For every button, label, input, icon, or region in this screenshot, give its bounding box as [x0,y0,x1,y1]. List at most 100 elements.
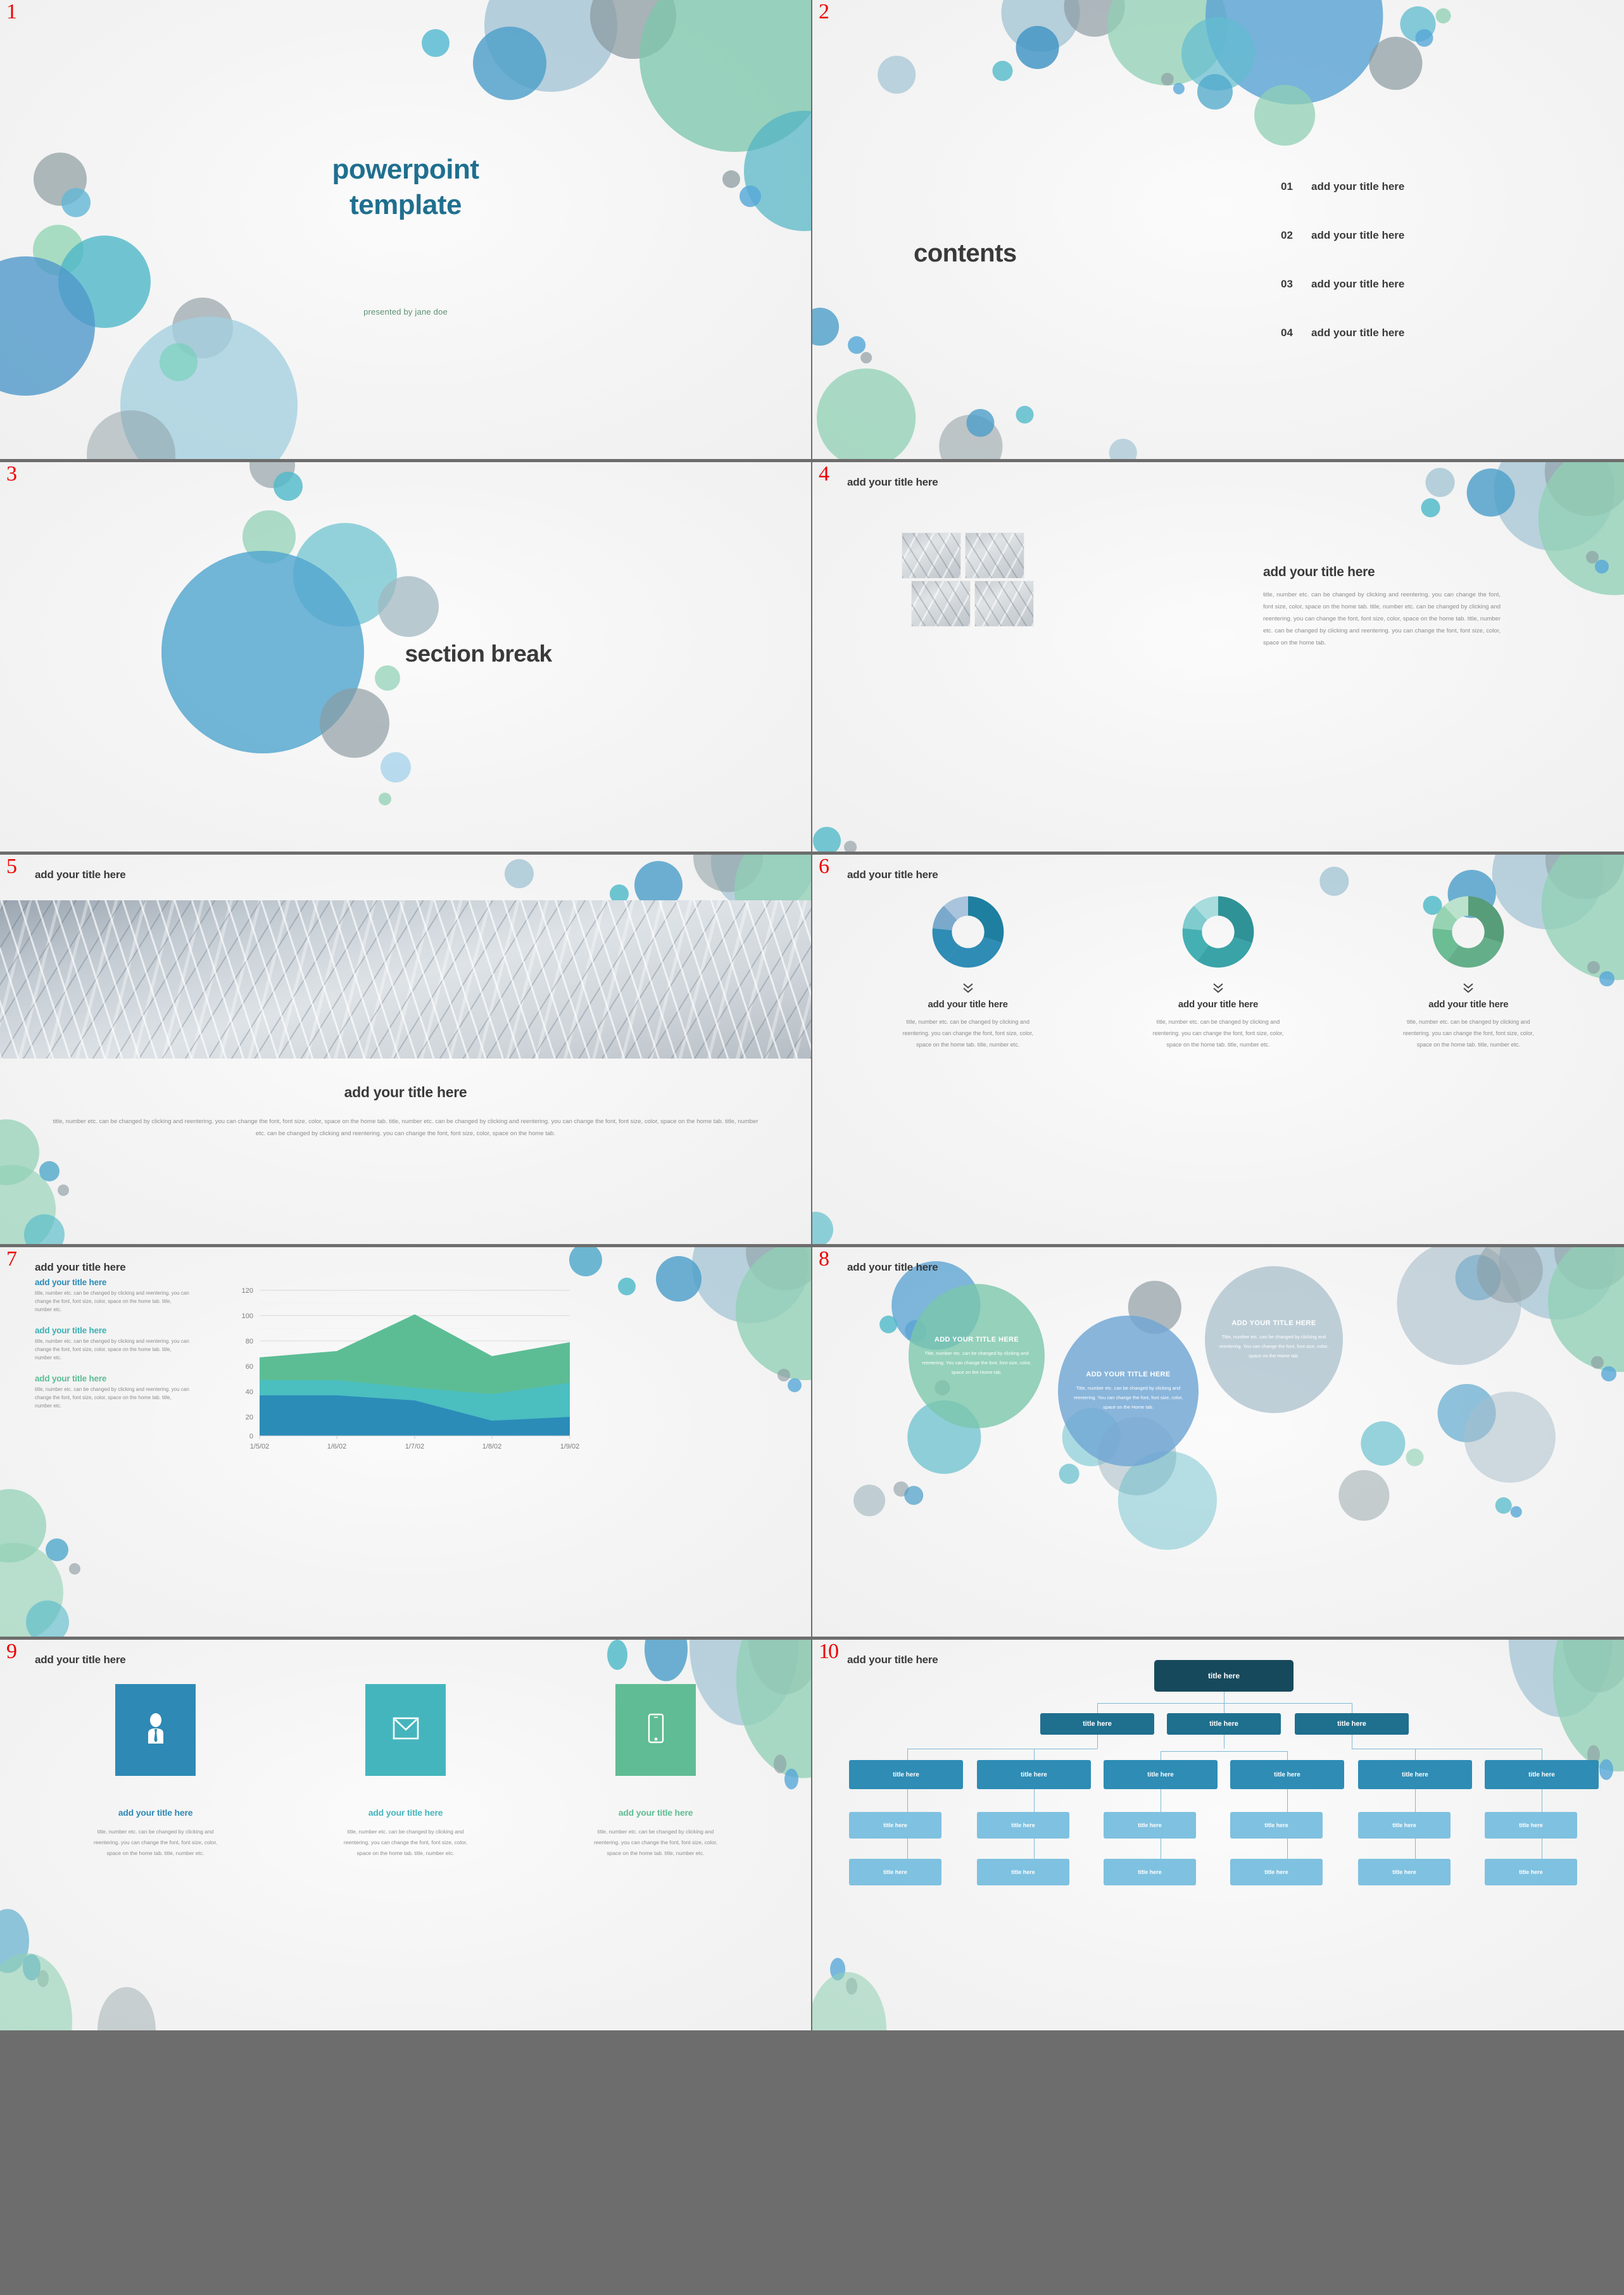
info-bubble-2[interactable]: ADD YOUR TITLE HERE Title, number etc. c… [1058,1316,1199,1466]
org-node[interactable]: title here [849,1760,963,1789]
block-text: title, number etc. can be changed by cli… [35,1338,189,1361]
slide-number: 4 [819,462,829,486]
block-title: add your title here [35,1278,107,1287]
bubble-text: Title, number etc. can be changed by cli… [1073,1385,1183,1410]
org-node[interactable]: title here [1358,1812,1451,1839]
org-node[interactable]: title here [1485,1760,1599,1789]
feature-column[interactable]: add your title here title, number etc. c… [318,1684,493,1859]
feature-column[interactable]: add your title here title, number etc. c… [68,1684,242,1859]
chevron-down-icon [873,983,1063,994]
text-blocks: add your title here title, number etc. c… [35,1278,190,1422]
slide-9[interactable]: 9 add your title here add your title her… [0,1640,812,2030]
bubble-title: ADD YOUR TITLE HERE [934,1335,1019,1343]
slide-5[interactable]: 5 add your title here add your title her… [0,855,812,1247]
image-placeholder [912,581,970,626]
column-title: add your title here [1178,999,1259,1010]
body-title: add your title here [1263,565,1375,579]
org-node[interactable]: title here [1485,1859,1577,1885]
slide-number: 2 [819,0,829,23]
list-item[interactable]: 03 add your title here [1281,278,1572,291]
connector [907,1749,908,1760]
column-text: title, number etc. can be changed by cli… [1152,1019,1284,1048]
org-node[interactable]: title here [1485,1812,1577,1839]
donut-chart-2 [1178,891,1259,972]
text-block[interactable]: add your title here title, number etc. c… [35,1374,190,1411]
bubble-text: Title, number etc. can be changed by cli… [922,1350,1031,1375]
info-bubble-1[interactable]: ADD YOUR TITLE HERE Title, number etc. c… [909,1284,1045,1428]
column-text: title, number etc. can be changed by cli… [902,1019,1033,1048]
connector [1415,1749,1416,1760]
org-node[interactable]: title here [977,1812,1069,1839]
connector [1161,1751,1287,1752]
info-bubble-3[interactable]: ADD YOUR TITLE HERE Title, number etc. c… [1205,1266,1343,1413]
feature-text: title, number etc. can be changed by cli… [343,1828,468,1856]
contents-heading: contents [914,239,1017,267]
slide-number: 3 [6,462,17,486]
org-node[interactable]: title here [849,1859,941,1885]
slide-8[interactable]: 8 add your title here ADD YOUR TITLE HER… [812,1247,1624,1640]
presenter-subtitle: presented by jane doe [363,307,448,317]
list-item[interactable]: 01 add your title here [1281,180,1572,193]
block-title: add your title here [35,1325,107,1335]
org-node[interactable]: title here [1230,1812,1323,1839]
org-node[interactable]: title here [1104,1812,1196,1839]
org-node[interactable]: title here [1358,1760,1472,1789]
column-text: title, number etc. can be changed by cli… [1402,1019,1534,1048]
org-node[interactable]: title here [1230,1859,1323,1885]
org-node[interactable]: title here [1040,1713,1154,1735]
connector [1415,1789,1416,1812]
slide-3[interactable]: 3 section break [0,462,812,855]
donut-column[interactable]: add your title here title, number etc. c… [1373,891,1563,1050]
text-block[interactable]: add your title here title, number etc. c… [35,1326,190,1362]
svg-text:40: 40 [246,1388,253,1396]
list-item[interactable]: 04 add your title here [1281,327,1572,339]
image-placeholder [975,581,1033,626]
org-node[interactable]: title here [977,1859,1069,1885]
connector [1097,1703,1098,1713]
icon-card[interactable] [115,1684,196,1776]
block-text: title, number etc. can be changed by cli… [35,1386,189,1409]
slide-10[interactable]: 10 add your title here title here title … [812,1640,1624,2030]
slide-number: 7 [6,1247,17,1271]
hero-image [0,900,811,1059]
text-block[interactable]: add your title here title, number etc. c… [35,1278,190,1314]
chevron-down-icon [1373,983,1563,994]
body-title: add your title here [344,1084,467,1100]
slide-2[interactable]: 2 contents 01 add your title here 02 add… [812,0,1624,462]
slide-number: 6 [819,855,829,878]
donut-column[interactable]: add your title here title, number etc. c… [873,891,1063,1050]
org-node[interactable]: title here [1104,1760,1218,1789]
svg-text:1/9/02: 1/9/02 [560,1443,580,1450]
slide-7[interactable]: 7 add your title here add your title her… [0,1247,812,1640]
slide-6[interactable]: 6 add your title here add your title her… [812,855,1624,1247]
icon-card[interactable] [365,1684,446,1776]
org-node[interactable]: title here [1230,1760,1344,1789]
image-placeholder [966,533,1024,578]
chevron-down-icon [1123,983,1313,994]
item-label: add your title here [1311,278,1405,290]
icon-card[interactable] [615,1684,696,1776]
svg-text:120: 120 [242,1287,253,1295]
connector [1415,1839,1416,1859]
org-node[interactable]: title here [1358,1859,1451,1885]
connector [907,1839,908,1859]
feature-column[interactable]: add your title here title, number etc. c… [569,1684,743,1859]
org-node[interactable]: title here [849,1812,941,1839]
feature-text: title, number etc. can be changed by cli… [93,1828,218,1856]
slide-deck: 1 powerpoint template presented by jane … [0,0,1624,2295]
slide-4[interactable]: 4 add your title here add your title her… [812,462,1624,855]
bubble-title: ADD YOUR TITLE HERE [1086,1370,1171,1378]
org-node[interactable]: title here [1104,1859,1196,1885]
org-node-root[interactable]: title here [1154,1660,1294,1692]
svg-text:100: 100 [242,1312,253,1320]
org-node[interactable]: title here [977,1760,1091,1789]
org-node[interactable]: title here [1295,1713,1409,1735]
svg-text:1/6/02: 1/6/02 [327,1443,347,1450]
list-item[interactable]: 02 add your title here [1281,229,1572,242]
svg-text:20: 20 [246,1414,253,1421]
svg-text:60: 60 [246,1363,253,1371]
connector [1287,1789,1288,1812]
donut-column[interactable]: add your title here title, number etc. c… [1123,891,1313,1050]
slide-1[interactable]: 1 powerpoint template presented by jane … [0,0,812,462]
org-node[interactable]: title here [1167,1713,1281,1735]
